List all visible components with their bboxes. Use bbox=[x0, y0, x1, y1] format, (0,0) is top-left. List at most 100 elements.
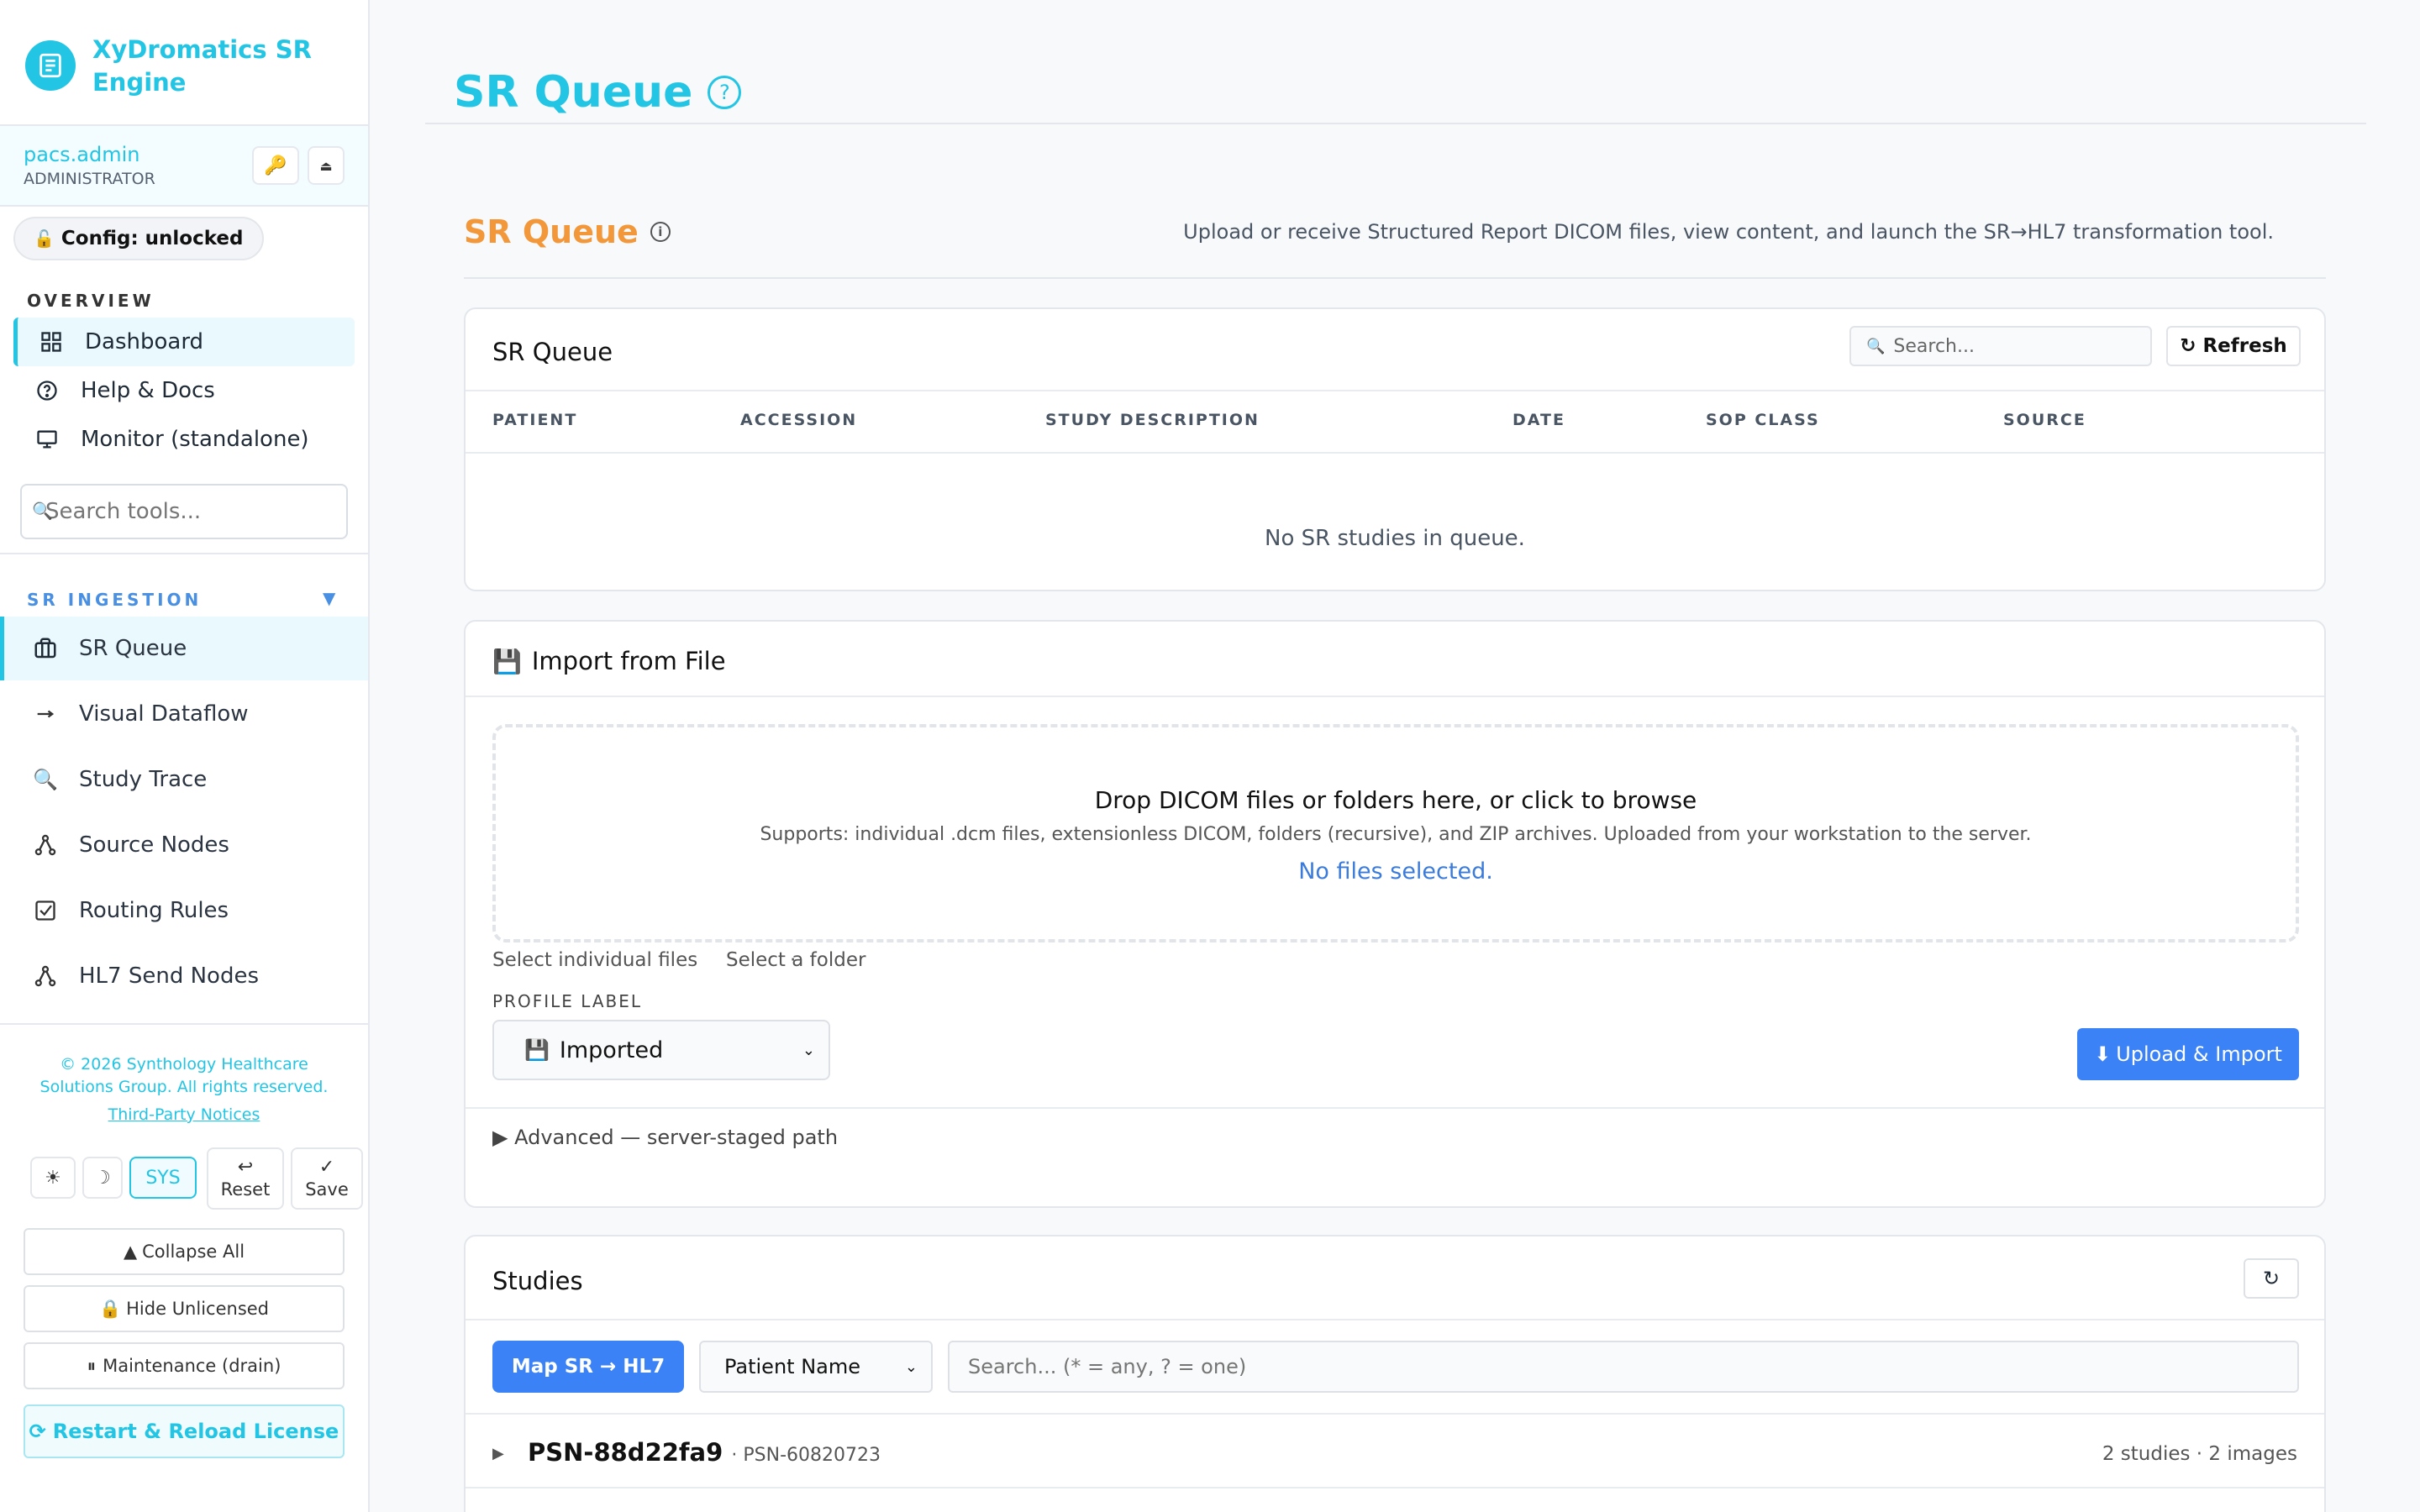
key-button[interactable]: 🔑 bbox=[252, 146, 299, 185]
save-label: Save bbox=[305, 1179, 349, 1200]
config-badge[interactable]: 🔓 Config: unlocked bbox=[13, 217, 264, 260]
queue-search-placeholder: Search... bbox=[1893, 335, 1975, 357]
section-description: Upload or receive Structured Report DICO… bbox=[1183, 220, 2274, 244]
chevron-down-icon[interactable]: ▼ bbox=[323, 588, 335, 608]
studies-search-input[interactable] bbox=[948, 1341, 2299, 1393]
reset-label: Reset bbox=[220, 1179, 271, 1200]
magnifier-icon: 🔍 bbox=[33, 768, 58, 791]
nodes-icon bbox=[32, 832, 59, 858]
queue-empty-message: No SR studies in queue. bbox=[1265, 526, 1525, 551]
system-theme-button[interactable]: SYS bbox=[129, 1157, 197, 1199]
nav-routing-rules[interactable]: Routing Rules bbox=[0, 879, 368, 942]
advanced-toggle[interactable]: ▶ Advanced — server-staged path bbox=[492, 1126, 838, 1149]
select-folder-link[interactable]: Select a folder bbox=[726, 949, 865, 971]
section-divider bbox=[464, 277, 2326, 279]
light-theme-button[interactable]: ☀ bbox=[30, 1157, 76, 1199]
search-tools-input[interactable] bbox=[20, 484, 348, 539]
studies-refresh-button[interactable]: ↻ bbox=[2244, 1258, 2299, 1299]
third-party-link[interactable]: Third-Party Notices bbox=[0, 1104, 368, 1126]
hide-unlicensed-button[interactable]: 🔒 Hide Unlicensed bbox=[24, 1285, 345, 1332]
sidebar: XyDromatics SR Engine pacs.admin ADMINIS… bbox=[0, 0, 370, 1512]
brand-name: XyDromatics SR Engine bbox=[92, 35, 312, 97]
section-title-text: SR Queue bbox=[464, 213, 639, 250]
document-list-icon bbox=[25, 40, 76, 91]
monitor-icon bbox=[34, 426, 60, 453]
nav-hl7-send-nodes[interactable]: HL7 Send Nodes bbox=[0, 944, 368, 1008]
patient-id: PSN-88d22fa9 · PSN-60820723 bbox=[528, 1438, 881, 1467]
file-drop-zone[interactable]: Drop DICOM files or folders here, or cli… bbox=[492, 724, 2299, 942]
nav-visual-dataflow[interactable]: Visual Dataflow bbox=[0, 682, 368, 746]
import-title: 💾 Import from File bbox=[492, 647, 726, 675]
undo-icon: ↩ bbox=[237, 1157, 254, 1178]
save-button[interactable]: ✓ Save bbox=[291, 1147, 363, 1210]
nav-label: Routing Rules bbox=[79, 898, 229, 923]
nav-label: HL7 Send Nodes bbox=[79, 963, 259, 989]
triangle-right-icon[interactable]: ▶ bbox=[492, 1445, 504, 1462]
profile-select[interactable]: 💾 Imported ⌄ bbox=[492, 1020, 830, 1080]
nav-label: Monitor (standalone) bbox=[81, 427, 309, 452]
sun-icon: ☀ bbox=[45, 1167, 61, 1189]
collapse-all-button[interactable]: ▲ Collapse All bbox=[24, 1228, 345, 1275]
footer: © 2026 Synthology Healthcare Solutions G… bbox=[0, 1053, 368, 1126]
dark-theme-button[interactable]: ☽ bbox=[82, 1157, 123, 1199]
filter-field-select[interactable]: Patient Name ⌄ bbox=[699, 1341, 933, 1393]
queue-search-input[interactable]: 🔍 Search... bbox=[1849, 326, 2152, 366]
moon-icon: ☽ bbox=[94, 1167, 111, 1189]
map-sr-hl7-button[interactable]: Map SR → HL7 bbox=[492, 1341, 684, 1393]
import-title-text: Import from File bbox=[531, 647, 726, 675]
nav-label: SR Queue bbox=[79, 636, 187, 661]
table-row[interactable]: ▶ PSN-88d22fa9 · PSN-60820723 2 studies … bbox=[466, 1413, 2324, 1494]
maintenance-label: Maintenance (drain) bbox=[103, 1356, 281, 1376]
reset-button[interactable]: ↩ Reset bbox=[207, 1147, 284, 1210]
eject-button[interactable]: ⏏ bbox=[308, 146, 345, 185]
divider bbox=[466, 1487, 2324, 1488]
refresh-button[interactable]: ↻ Refresh bbox=[2166, 326, 2301, 366]
page-title-text: SR Queue bbox=[454, 67, 693, 118]
nav-label: Visual Dataflow bbox=[79, 701, 249, 727]
nav-label: Dashboard bbox=[85, 329, 204, 354]
profile-value: Imported bbox=[559, 1037, 664, 1063]
col-patient[interactable]: PATIENT bbox=[492, 411, 577, 429]
eject-icon: ⏏ bbox=[319, 157, 333, 174]
nav-monitor[interactable]: Monitor (standalone) bbox=[13, 415, 355, 464]
nav-help-docs[interactable]: Help & Docs bbox=[13, 366, 355, 415]
chevron-down-icon: ⌄ bbox=[904, 1357, 918, 1376]
nav-source-nodes[interactable]: Source Nodes bbox=[0, 813, 368, 877]
col-study-description[interactable]: STUDY DESCRIPTION bbox=[1045, 411, 1260, 429]
reload-icon: ⟳ bbox=[29, 1420, 46, 1443]
advanced-label: Advanced — server-staged path bbox=[514, 1126, 839, 1149]
select-files-link[interactable]: Select individual files bbox=[492, 949, 697, 971]
col-sop-class[interactable]: SOP CLASS bbox=[1706, 411, 1820, 429]
card-title: SR Queue bbox=[492, 338, 613, 366]
section-overview: OVERVIEW bbox=[27, 291, 155, 311]
nav-label: Help & Docs bbox=[81, 378, 215, 403]
nav-dashboard[interactable]: Dashboard bbox=[13, 318, 355, 366]
drop-title: Drop DICOM files or folders here, or cli… bbox=[1094, 786, 1697, 814]
upload-import-button[interactable]: ⬇ Upload & Import bbox=[2077, 1028, 2299, 1080]
question-circle-icon bbox=[34, 377, 60, 404]
nav-study-trace[interactable]: 🔍 Study Trace bbox=[0, 748, 368, 811]
refresh-icon: ↻ bbox=[2180, 335, 2196, 357]
patient-id-text: PSN-88d22fa9 bbox=[528, 1438, 723, 1467]
triangle-right-icon: ▶ bbox=[492, 1126, 515, 1149]
nav-sr-queue[interactable]: SR Queue bbox=[0, 617, 368, 680]
user-name: pacs.admin bbox=[24, 143, 140, 166]
col-date[interactable]: DATE bbox=[1512, 411, 1565, 429]
col-source[interactable]: SOURCE bbox=[2003, 411, 2086, 429]
key-icon: 🔑 bbox=[264, 155, 287, 176]
restart-license-button[interactable]: ⟳ Restart & Reload License bbox=[24, 1404, 345, 1458]
maintenance-button[interactable]: ⏸ Maintenance (drain) bbox=[24, 1342, 345, 1389]
info-icon[interactable]: i bbox=[650, 222, 671, 242]
brand: XyDromatics SR Engine bbox=[25, 34, 319, 99]
user-panel: pacs.admin ADMINISTRATOR 🔑 ⏏ bbox=[0, 126, 368, 205]
floppy-icon: 💾 bbox=[524, 1038, 550, 1062]
studies-title: Studies bbox=[492, 1267, 583, 1295]
divider bbox=[0, 205, 368, 207]
main-content: SR Queue ? SR Queue i Upload or receive … bbox=[370, 0, 2420, 1512]
col-accession[interactable]: ACCESSION bbox=[740, 411, 857, 429]
divider bbox=[466, 696, 2324, 697]
section-sr-ingestion: SR INGESTION bbox=[27, 590, 203, 610]
help-icon[interactable]: ? bbox=[708, 76, 742, 109]
nav-label: Source Nodes bbox=[79, 832, 229, 858]
divider bbox=[466, 1319, 2324, 1320]
